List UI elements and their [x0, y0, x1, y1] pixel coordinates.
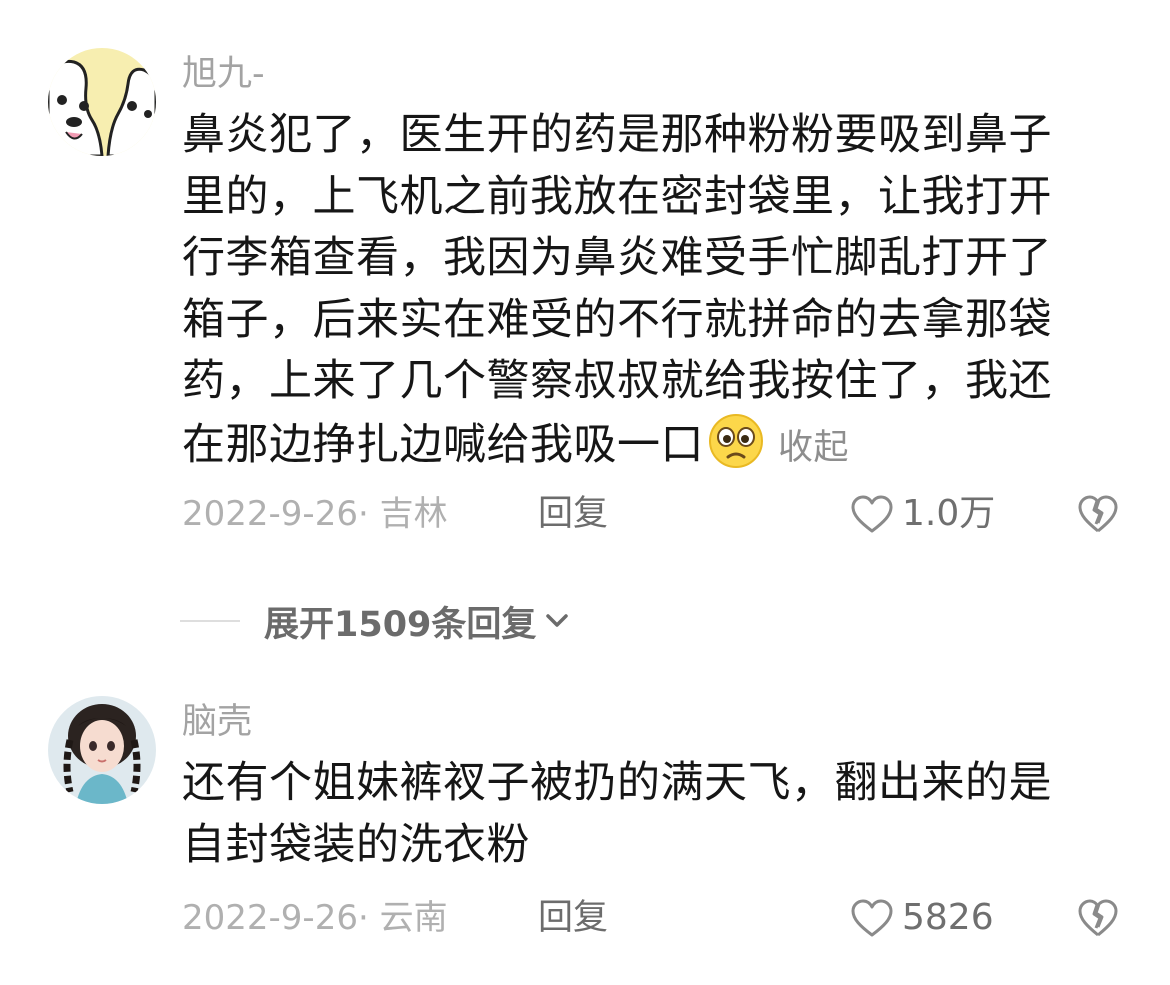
broken-heart-icon[interactable]: [1077, 898, 1119, 938]
comment-line: 自封袋装的洗衣粉: [182, 819, 530, 870]
comment-line: 在那边挣扎边喊给我吸一口: [182, 419, 704, 470]
worried-face-emoji: [709, 413, 763, 468]
divider: [180, 620, 240, 622]
like-count: 5826: [902, 897, 994, 938]
avatar[interactable]: [48, 696, 156, 804]
heart-icon: [851, 495, 893, 533]
comment-line: 行李箱查看，我因为鼻炎难受手忙脚乱打开了: [182, 233, 1052, 283]
like-count: 1.0万: [902, 493, 996, 534]
username[interactable]: 旭九-: [182, 54, 265, 94]
date-location: 2022-9-26· 吉林: [182, 494, 448, 534]
comment-text: 鼻炎犯了，医生开的药是那种粉粉要吸到鼻子 里的，上飞机之前我放在密封袋里，让我打…: [182, 105, 1102, 479]
date-location: 2022-9-26· 云南: [182, 898, 448, 938]
like-button[interactable]: 5826: [850, 898, 994, 938]
broken-heart-icon[interactable]: [1077, 494, 1119, 534]
expand-replies-button[interactable]: 展开1509条回复: [264, 596, 536, 647]
username[interactable]: 脑壳: [182, 702, 252, 742]
like-button[interactable]: 1.0万: [850, 494, 995, 534]
comment-line: 里的，上飞机之前我放在密封袋里，让我打开: [182, 171, 1052, 222]
comment-line: 箱子，后来实在难受的不行就拼命的去拿那袋: [182, 294, 1052, 345]
comment-text: 还有个姐妹裤衩子被扔的满天飞，翻出来的是 自封袋装的洗衣粉: [182, 753, 1102, 876]
comment-line: 还有个姐妹裤衩子被扔的满天飞，翻出来的是: [182, 758, 1052, 808]
comment-line: 药，上来了几个警察叔叔就给我按住了，我还: [182, 356, 1052, 406]
reply-button[interactable]: 回复: [538, 494, 608, 534]
collapse-button[interactable]: 收起: [778, 428, 849, 468]
comment-line: 鼻炎犯了，医生开的药是那种粉粉要吸到鼻子: [182, 110, 1052, 160]
comment-line-last: 在那边挣扎边喊给我吸一口 收起: [182, 413, 1102, 480]
avatar[interactable]: [48, 48, 156, 156]
expand-replies-row[interactable]: 展开1509条回复: [180, 596, 572, 646]
heart-icon: [851, 899, 893, 937]
chevron-down-icon: [546, 614, 569, 627]
reply-button[interactable]: 回复: [538, 898, 608, 938]
